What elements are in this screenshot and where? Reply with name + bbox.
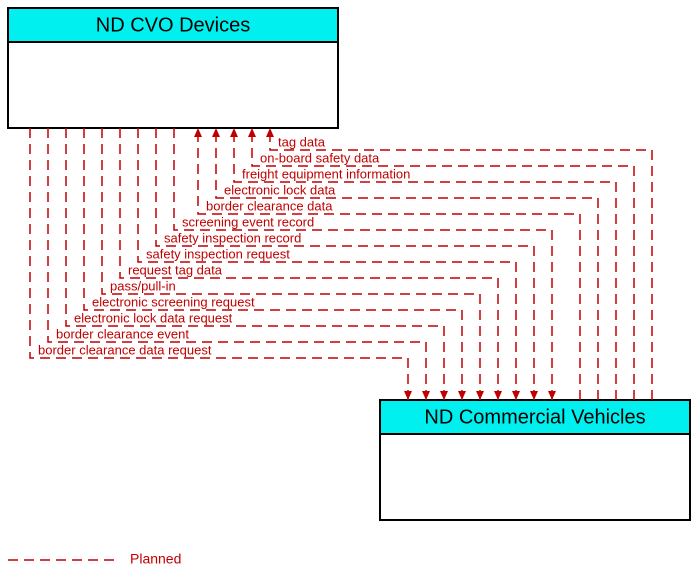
flow-label: freight equipment information <box>242 166 410 181</box>
arrowhead-down-icon <box>404 391 412 400</box>
flow-label: tag data <box>278 134 326 149</box>
arrowhead-down-icon <box>458 391 466 400</box>
arrowhead-up-icon <box>194 128 202 137</box>
flow-label: request tag data <box>128 262 223 277</box>
flow-label: electronic lock data <box>224 182 336 197</box>
arrowhead-down-icon <box>476 391 484 400</box>
flow-label: on-board safety data <box>260 150 380 165</box>
flow-label: electronic lock data request <box>74 310 233 325</box>
flow-label: safety inspection request <box>146 246 290 261</box>
arrowhead-down-icon <box>422 391 430 400</box>
flow-label: border clearance data <box>206 198 333 213</box>
flow-label: border clearance data request <box>38 342 212 357</box>
flow-label: electronic screening request <box>92 294 255 309</box>
arrowhead-up-icon <box>266 128 274 137</box>
flow-label: safety inspection record <box>164 230 301 245</box>
flow-label: screening event record <box>182 214 314 229</box>
arrowhead-down-icon <box>440 391 448 400</box>
arrowhead-up-icon <box>248 128 256 137</box>
legend-label-planned: Planned <box>130 551 181 567</box>
arrowhead-down-icon <box>530 391 538 400</box>
arrowhead-down-icon <box>512 391 520 400</box>
flow-label: pass/pull-in <box>110 278 176 293</box>
arrowhead-up-icon <box>212 128 220 137</box>
bottom-box-title: ND Commercial Vehicles <box>424 406 645 428</box>
arrowhead-up-icon <box>230 128 238 137</box>
arrowhead-down-icon <box>548 391 556 400</box>
flow-label: border clearance event <box>56 326 189 341</box>
top-box-title: ND CVO Devices <box>96 14 250 36</box>
arrowhead-down-icon <box>494 391 502 400</box>
